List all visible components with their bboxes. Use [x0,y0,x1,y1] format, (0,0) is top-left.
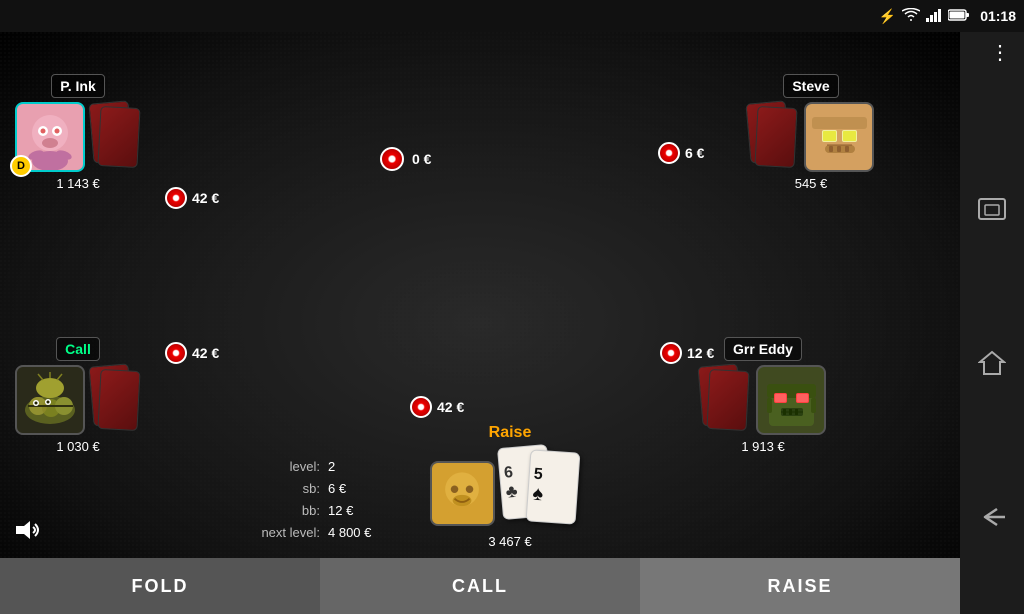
player-call-bet: 42 € [165,342,219,364]
player-human-chips: 3 467 € [488,534,531,549]
player-human-avatar [430,461,495,526]
player-geddy-name: Grr Eddy [724,337,802,361]
center-pot: 0 € [380,147,431,171]
wifi-icon [902,8,920,25]
volume-icon[interactable] [14,518,42,548]
player-pink: P. Ink [15,74,141,191]
player-human-bet: 42 € [410,396,464,418]
call-button[interactable]: CALL [320,558,640,614]
player-pink-chips: 1 143 € [56,176,99,191]
player-geddy-chips: 1 913 € [741,439,784,454]
player-pink-cards [91,102,141,172]
home-icon[interactable] [974,345,1010,381]
player-steve-chips: 545 € [795,176,828,191]
back-icon[interactable] [974,499,1010,535]
dealer-button: D [10,155,32,177]
sidebar: ⋮ [960,32,1024,614]
player-geddy-avatar [756,365,826,435]
bluetooth-icon: ⚡ [879,8,896,25]
player-steve-name: Steve [783,74,838,98]
player-human-area: Raise 6 ♣ 5 [400,424,620,549]
status-bar: ⚡ 01:18 [0,0,1024,32]
player-geddy-bet: 12 € [660,342,714,364]
game-area: P. Ink [0,32,960,614]
player-call-chips: 1 030 € [56,439,99,454]
game-info: level: 2 sb: 6 € bb: 12 € next level: 4 … [240,456,371,544]
player-steve-cards [748,102,798,172]
clock: 01:18 [980,8,1016,24]
player-call-name: Call [56,337,100,361]
window-icon[interactable] [974,191,1010,227]
player-call-avatar [15,365,85,435]
battery-icon [948,9,970,24]
fold-button[interactable]: FOLD [0,558,320,614]
player-human-cards: 6 ♣ 5 ♠ [500,446,590,526]
action-bar: FOLD CALL RAISE [0,558,960,614]
player-call: Call [15,337,141,454]
player-pink-bet: 42 € [165,187,219,209]
player-pink-name: P. Ink [51,74,105,98]
player-geddy-cards [700,365,750,435]
player-steve-avatar [804,102,874,172]
player-steve-bet: 6 € [658,142,704,164]
player-call-cards [91,365,141,435]
signal-icon [926,8,942,25]
raise-button[interactable]: RAISE [640,558,960,614]
player-geddy: Grr Eddy [700,337,826,454]
player-steve: Steve [748,74,874,191]
player-human-status: Raise [489,424,532,442]
menu-dots[interactable]: ⋮ [990,40,1010,65]
